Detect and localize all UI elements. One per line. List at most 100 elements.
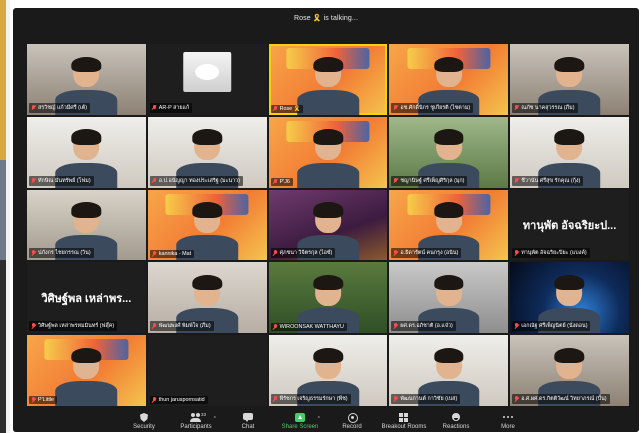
- participant-tile[interactable]: ปภังกร ไชยกรรณ (วิน): [27, 189, 146, 261]
- participant-name: P'J6: [279, 178, 290, 185]
- participant-name-tag: พัฒนพงศ์ พิมพ์ใจ (ภีม): [149, 321, 214, 332]
- security-button[interactable]: Security: [118, 413, 170, 430]
- muted-mic-icon: [273, 396, 278, 402]
- participant-tile[interactable]: Rose 🎗️: [268, 44, 388, 115]
- breakout-rooms-button[interactable]: Breakout Rooms: [378, 413, 430, 430]
- participant-tile[interactable]: ศุภชนา วิจิตรกุล (ไอซ์): [268, 189, 388, 261]
- video-hair: [554, 56, 585, 72]
- participant-video: [55, 347, 118, 406]
- smiley-icon: [451, 413, 461, 422]
- video-hair: [433, 347, 464, 364]
- participant-name: วิศิษฐ์พล เหล่าพรหมมินทร์ (ฟลุ๊ค): [38, 323, 115, 330]
- profile-picture: [183, 52, 231, 93]
- more-button[interactable]: More: [482, 413, 534, 430]
- participant-tile[interactable]: พัฒนพงศ์ พิมพ์ใจ (ภีม): [147, 262, 267, 334]
- participant-tile[interactable]: ชีวานัน ศรีสุข รักคุณ (กุ้ง): [510, 116, 629, 188]
- participant-name: P'Little: [38, 397, 55, 403]
- participant-tile[interactable]: thun jaruspornsatid: [147, 335, 267, 406]
- participant-name-tag: ทักษิณ มั่นทรัพย์ (โฟม): [29, 175, 94, 186]
- participant-tile[interactable]: อ.ศ.ผศ.ดร.กิตติวัฒน์ วิทยาภรณ์ (ปั้น): [510, 335, 629, 406]
- muted-mic-icon: [31, 104, 36, 111]
- participant-name: ผศ.ดร.อภิชาติ (อ.แจ๋ว): [400, 323, 453, 330]
- video-hair: [554, 274, 585, 291]
- participant-tile[interactable]: P'J6: [268, 116, 388, 188]
- muted-mic-icon: [514, 323, 519, 329]
- muted-mic-icon: [273, 178, 278, 185]
- participant-name-tag: ปภังกร ไชยกรรณ (วิน): [29, 248, 94, 259]
- participant-name-tag: P'J6: [270, 177, 293, 186]
- participant-name: ทานุพัต อัจฉริยะปิยะ (แบงค์): [521, 250, 587, 257]
- participant-tile[interactable]: สรวิชญ์ แก้วมีศรี (เต้): [27, 44, 146, 115]
- more-icon: [503, 413, 513, 422]
- participant-tile[interactable]: พัฒนกานต์ กาวิชัย (เบส): [389, 335, 509, 406]
- participant-name-tag: อช.ศักดิ์นิกร ชูเกียรติ (ไซตาม): [391, 102, 474, 113]
- participant-name-tag: อ.ธิดารัตน์ คนกรุง (อนิน): [391, 248, 462, 259]
- participants-button[interactable]: 33 ^ Participants: [170, 412, 222, 430]
- video-hair: [433, 56, 464, 72]
- muted-mic-icon: [152, 397, 157, 403]
- meeting-toolbar: Security 33 ^ Participants Chat ^ Share …: [13, 406, 639, 432]
- muted-mic-icon: [152, 177, 157, 184]
- video-hair: [192, 129, 222, 145]
- chevron-up-icon[interactable]: ^: [214, 416, 216, 422]
- grid-icon: [399, 413, 409, 422]
- participant-name-tag: ชญานิษฐ์ ศรีเพ็ญศิริกุล (มุก): [391, 175, 468, 186]
- participant-name: อ.ศ.ผศ.ดร.กิตติวัฒน์ วิทยาภรณ์ (ปั้น): [521, 396, 607, 402]
- participant-tile[interactable]: อ.ธิดารัตน์ คนกรุง (อนิน): [389, 189, 509, 261]
- muted-mic-icon: [152, 323, 157, 329]
- participant-tile[interactable]: ทักษิณ มั่นทรัพย์ (โฟม): [27, 116, 146, 188]
- video-hair: [192, 274, 222, 291]
- participant-name-tag: AR-P สายแก้: [149, 102, 193, 113]
- share-screen-button[interactable]: ^ Share Screen: [274, 413, 326, 430]
- participant-tile[interactable]: อช.ศักดิ์นิกร ชูเกียรติ (ไซตาม): [389, 44, 509, 115]
- participant-name: อ.ป.อนัญญา ทองประเสริฐ (มะนาว): [158, 177, 240, 184]
- participant-name-tag: ทานุพัต อัจฉริยะปิยะ (แบงค์): [512, 248, 590, 259]
- participant-tile[interactable]: เอกณัฐ ศรีเพ็ญนิตย์ (นั่งดอน): [510, 262, 629, 334]
- participant-name-tag: Rose 🎗️: [270, 104, 304, 113]
- chevron-up-icon[interactable]: ^: [318, 416, 320, 422]
- muted-mic-icon: [393, 104, 398, 111]
- participant-name: ทักษิณ มั่นทรัพย์ (โฟม): [38, 177, 91, 184]
- video-hair: [71, 347, 102, 364]
- muted-mic-icon: [152, 251, 157, 257]
- participant-name-tag: kannika - Mat: [149, 250, 195, 259]
- video-hair: [313, 347, 343, 364]
- participant-tile[interactable]: WIROONSAK WATTHAYU: [268, 262, 388, 334]
- breakout-rooms-label: Breakout Rooms: [381, 424, 427, 430]
- participant-tile[interactable]: kannika - Mat: [147, 189, 267, 261]
- participant-name-tag: พัฒนกานต์ กาวิชัย (เบส): [391, 394, 461, 404]
- participant-tile[interactable]: อ.ป.อนัญญา ทองประเสริฐ (มะนาว): [147, 116, 267, 188]
- muted-mic-icon: [514, 250, 519, 256]
- participant-tile[interactable]: ชญานิษฐ์ ศรีเพ็ญศิริกุล (มุก): [389, 116, 509, 188]
- muted-mic-icon: [393, 323, 398, 329]
- share-screen-icon: [295, 413, 305, 422]
- reactions-button[interactable]: Reactions: [430, 413, 482, 430]
- video-body: [55, 381, 118, 406]
- participant-name: ปภังกร ไชยกรรณ (วิน): [38, 250, 91, 257]
- muted-mic-icon: [273, 250, 278, 256]
- participant-tile[interactable]: AR-P สายแก้: [147, 44, 267, 115]
- muted-mic-icon: [393, 396, 398, 402]
- participants-count: 33: [201, 412, 207, 417]
- video-hair: [313, 202, 343, 218]
- participant-tile[interactable]: ณภัช นาคสุวรรณ (ภีม): [510, 44, 629, 115]
- participant-video: [297, 55, 359, 115]
- participant-name: ณภัช นาคสุวรรณ (ภีม): [521, 104, 575, 111]
- participant-name-tag: thun jaruspornsatid: [149, 396, 208, 404]
- participant-name-tag: ชีวานัน ศรีสุข รักคุณ (กุ้ง): [512, 175, 584, 186]
- participant-name-tag: อ.ป.อนัญญา ทองประเสริฐ (มะนาว): [149, 175, 243, 186]
- participant-tile[interactable]: P'Little: [27, 335, 146, 406]
- muted-mic-icon: [514, 104, 519, 111]
- participant-tile[interactable]: ทานุพัต อัจฉริยะป... ทานุพัต อัจฉริยะปิยะ…: [510, 189, 629, 261]
- participant-tile[interactable]: วิศิษฐ์พล เหล่าพร... วิศิษฐ์พล เหล่าพรหมม…: [27, 262, 146, 334]
- participant-name: เอกณัฐ ศรีเพ็ญนิตย์ (นั่งดอน): [521, 323, 588, 330]
- security-label: Security: [133, 424, 155, 430]
- video-hair: [192, 202, 222, 218]
- video-hair: [554, 129, 585, 145]
- participant-tile[interactable]: พีรัชกร เจริญธรรมรักษา (พีช): [268, 335, 388, 406]
- participant-tile[interactable]: ผศ.ดร.อภิชาติ (อ.แจ๋ว): [389, 262, 509, 334]
- chat-button[interactable]: Chat: [222, 413, 274, 430]
- chat-icon: [243, 413, 253, 422]
- reactions-label: Reactions: [442, 424, 470, 430]
- record-button[interactable]: Record: [326, 413, 378, 430]
